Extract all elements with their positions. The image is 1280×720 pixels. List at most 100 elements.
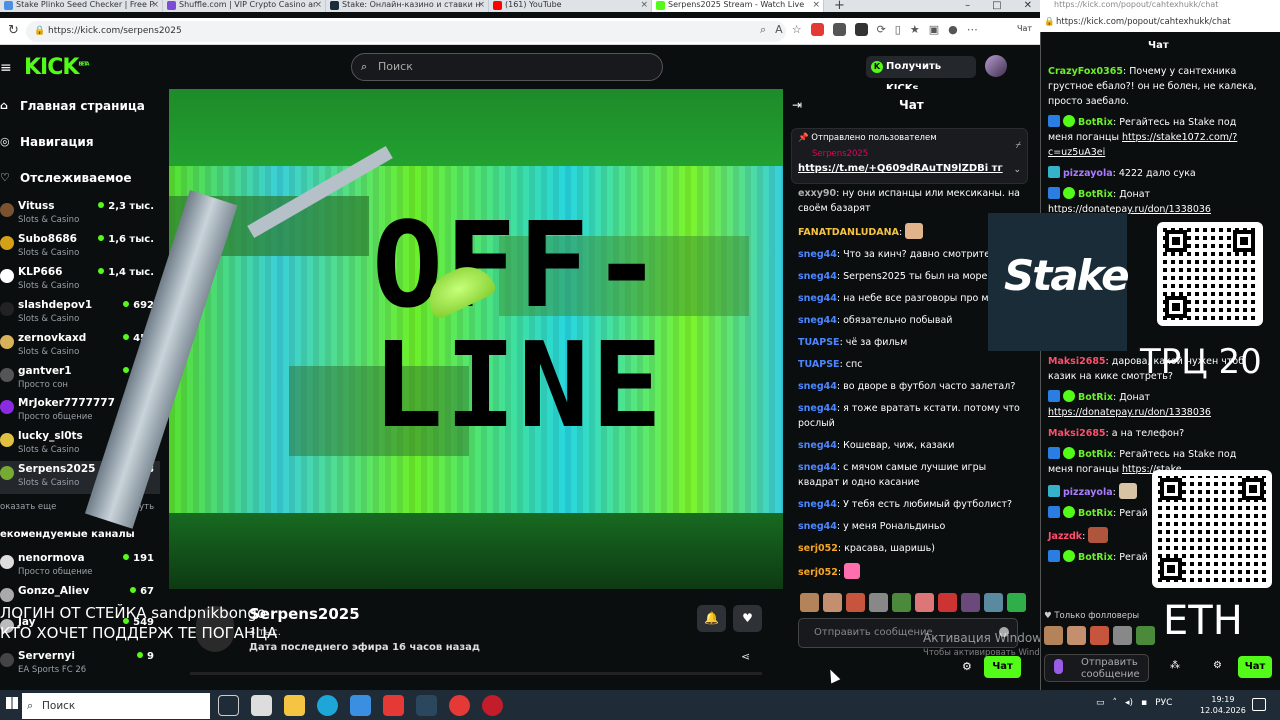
chat-username[interactable]: Maksi2685 (1048, 428, 1106, 439)
chat-username[interactable]: TUAPSE (798, 359, 840, 370)
follow-button[interactable]: ♥ (733, 605, 762, 632)
extension-icon[interactable] (832, 23, 846, 36)
emote-icon[interactable] (1113, 626, 1132, 645)
emote-icon[interactable] (1136, 626, 1155, 645)
gear-icon[interactable]: ⚙ (1213, 660, 1222, 671)
copilot-chat-button[interactable]: Чат (1017, 24, 1032, 33)
emote-icon[interactable] (892, 593, 911, 612)
menu-icon[interactable]: ≡ (0, 60, 12, 76)
edge-icon[interactable] (317, 695, 338, 716)
sidebar-channel[interactable]: slashdepov1 Slots & Casino 692 (0, 297, 160, 330)
explorer-icon[interactable] (284, 695, 305, 716)
url-field[interactable]: 🔒 https://kick.com/serpens2025 (26, 21, 786, 42)
browser-tab[interactable]: Stake: Онлайн-казино и ставки н × (326, 0, 489, 12)
recommended-channel[interactable]: Servernyi EA Sports FC 26 9 (0, 648, 160, 681)
chat-username[interactable]: sneg44 (798, 249, 837, 260)
browser-tab[interactable]: Stake Plinko Seed Checker | Free P × (0, 0, 163, 12)
emote-icon[interactable] (846, 593, 865, 612)
close-tab-icon[interactable]: × (640, 0, 648, 10)
more-icon[interactable]: ⋯ (967, 23, 978, 37)
chat-username[interactable]: BotRix (1078, 508, 1113, 519)
favorites-bar-icon[interactable]: ★ (910, 23, 920, 37)
chat-username[interactable]: BotRix (1078, 449, 1113, 460)
chat-send-button[interactable]: Чат (984, 656, 1021, 678)
close-tab-icon[interactable]: × (314, 0, 322, 10)
gear-icon[interactable]: ⚙ (962, 660, 972, 673)
chat-username[interactable]: sneg44 (798, 381, 837, 392)
yandex-browser-icon[interactable] (449, 695, 470, 716)
chat-username[interactable]: sneg44 (798, 462, 837, 473)
store-icon[interactable] (251, 695, 272, 716)
zoom-icon[interactable]: ⌕ (760, 23, 766, 37)
user-avatar[interactable] (985, 55, 1007, 77)
profile-icon[interactable]: ● (948, 23, 958, 37)
emote-icon[interactable] (984, 593, 1003, 612)
opera-icon[interactable] (482, 695, 503, 716)
chat-username[interactable]: BotRix (1078, 392, 1113, 403)
chat-username[interactable]: sneg44 (798, 499, 837, 510)
browser-tab[interactable]: (161) YouTube × (489, 0, 652, 12)
close-window-icon[interactable]: ✕ (1024, 0, 1032, 11)
close-tab-icon[interactable]: × (151, 0, 159, 10)
chat-username[interactable]: TUAPSE (798, 337, 840, 348)
emote-icon[interactable] (1090, 626, 1109, 645)
chat-username[interactable]: Maksi2685 (1048, 356, 1106, 367)
close-tab-icon[interactable]: × (812, 0, 820, 10)
chat-username[interactable]: serj052 (798, 543, 838, 554)
chat-username[interactable]: Jazzdk (1048, 531, 1082, 542)
browser-tab[interactable]: Shuffle.com | VIP Crypto Casino ar × (163, 0, 326, 12)
chat-username[interactable]: sneg44 (798, 521, 837, 532)
taskbar-clock[interactable]: 19:19 12.04.2026 (1200, 694, 1246, 716)
microphone-icon[interactable] (1054, 659, 1063, 674)
search-input[interactable]: ⌕ Поиск (351, 53, 663, 81)
recommended-channel[interactable]: nenormova Просто общение 191 (0, 550, 160, 583)
chat-username[interactable]: serj052 (798, 567, 838, 578)
volume-icon[interactable]: ◂) (1125, 698, 1133, 708)
show-more-link[interactable]: оказать еще (0, 502, 56, 512)
emote-icon[interactable] (915, 593, 934, 612)
chevron-up-icon[interactable]: ˄ (1113, 698, 1118, 708)
sidebar-channel[interactable]: Subo8686 Slots & Casino 1,6 тыс. (0, 231, 160, 264)
share-icon[interactable]: ⋖ (741, 650, 750, 663)
users-icon[interactable]: ⁂ (1170, 660, 1180, 671)
chat-username[interactable]: FANATDANLUDANA (798, 227, 899, 238)
chat-username[interactable]: sneg44 (798, 271, 837, 282)
notification-center-icon[interactable] (1252, 698, 1266, 711)
sidebar-channel[interactable]: KLP666 Slots & Casino 1,4 тыс. (0, 264, 160, 297)
popout-send-button[interactable]: Чат (1238, 656, 1272, 678)
split-icon[interactable]: ▯ (895, 23, 901, 37)
chat-username[interactable]: exxy90 (798, 188, 836, 199)
notifications-button[interactable]: 🔔 (697, 605, 726, 632)
emote-icon[interactable] (1067, 626, 1086, 645)
yandex-icon[interactable] (383, 695, 404, 716)
kick-logo[interactable]: KICKBETA (24, 55, 90, 80)
extension-icon[interactable] (810, 23, 824, 36)
favorite-icon[interactable]: ☆ (792, 23, 802, 37)
taskbar-search[interactable]: ⌕ Поиск (22, 693, 210, 719)
read-aloud-icon[interactable]: A (775, 23, 783, 37)
chat-username[interactable]: BotRix (1078, 117, 1113, 128)
language-indicator[interactable]: РУС (1155, 698, 1172, 708)
chat-username[interactable]: pizzayola (1063, 487, 1113, 498)
collections-icon[interactable]: ▣ (929, 23, 939, 37)
chat-username[interactable]: CrazyFox0365 (1048, 66, 1123, 77)
refresh-icon[interactable]: ⟳ (877, 23, 886, 37)
chat-username[interactable]: BotRix (1078, 552, 1113, 563)
chat-username[interactable]: sneg44 (798, 440, 837, 451)
keyboard-icon[interactable]: ▭ (1096, 698, 1105, 708)
emote-icon[interactable] (800, 593, 819, 612)
get-kicks-button[interactable]: KПолучить KICKs (866, 56, 976, 94)
sidebar-channel[interactable]: Vituss Slots & Casino 2,3 тыс. (0, 198, 160, 231)
browser-tab-active[interactable]: Serpens2025 Stream - Watch Live × (652, 0, 824, 12)
popout-url-bar[interactable]: 🔒 https://kick.com/popout/cahtexhukk/chat (1040, 12, 1280, 32)
chevron-down-icon[interactable]: ⌄ (1013, 165, 1021, 175)
collapse-chat-icon[interactable]: ⇥ (792, 98, 802, 112)
sidebar-nav-browse[interactable]: ◎ Навигация (0, 135, 94, 149)
chat-username[interactable]: sneg44 (798, 403, 837, 414)
sidebar-nav-following[interactable]: ♡ Отслеживаемое (0, 171, 132, 185)
minimize-icon[interactable]: – (965, 0, 970, 11)
chat-username[interactable]: sneg44 (798, 293, 837, 304)
windows-start-icon[interactable] (6, 697, 18, 709)
emote-icon[interactable] (1044, 626, 1063, 645)
emote-icon[interactable] (938, 593, 957, 612)
